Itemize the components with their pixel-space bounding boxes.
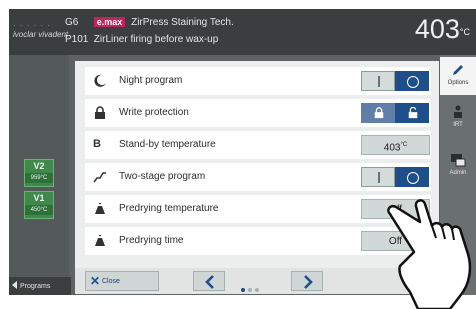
predrying-time-icon	[95, 235, 105, 246]
page-dot	[255, 288, 259, 292]
page-dot	[241, 288, 245, 292]
emax-badge: e.max	[93, 17, 126, 27]
standby-temperature-value[interactable]: 403°C	[361, 135, 430, 155]
pointing-hand-icon	[387, 199, 472, 309]
b-letter-icon: B	[93, 138, 101, 150]
write-protection-unlock-button[interactable]	[395, 103, 429, 123]
v2-temp: 959°C	[25, 173, 53, 183]
unlocked-icon	[408, 107, 418, 119]
left-sidebar: V2 959°C V1 450°C Programs	[9, 55, 71, 295]
page-indicator	[241, 279, 269, 292]
program-code: P101	[65, 34, 89, 45]
locked-icon	[374, 107, 384, 119]
write-protection-lock-button[interactable]	[361, 103, 395, 123]
programs-button[interactable]: Programs	[9, 277, 71, 295]
program-name: ZirLiner firing before wax-up	[93, 34, 219, 45]
setting-night-program: Night program	[85, 67, 431, 95]
setting-two-stage-program: Two-stage program	[85, 163, 431, 191]
tab-irt[interactable]: IRT	[440, 99, 476, 137]
admin-icon	[451, 154, 466, 167]
night-program-off-button[interactable]	[361, 71, 395, 91]
next-page-button[interactable]	[291, 271, 323, 291]
night-program-on-button[interactable]	[395, 71, 429, 91]
irt-sensor-icon	[454, 105, 462, 118]
setting-write-protection: Write protection	[85, 99, 431, 127]
v2-temperature-box[interactable]: V2 959°C	[24, 159, 54, 187]
setting-standby-temperature: B Stand-by temperature 403°C	[85, 131, 431, 159]
v1-temp: 450°C	[25, 205, 53, 215]
two-stage-off-button[interactable]	[361, 167, 395, 187]
tab-admin[interactable]: Admin	[440, 147, 476, 185]
program-group-line: G6 e.max ZirPress Staining Tech.	[65, 17, 234, 28]
padlock-icon	[95, 106, 105, 119]
previous-page-button[interactable]	[193, 271, 225, 291]
v2-label: V2	[33, 161, 45, 171]
v1-label: V1	[33, 193, 45, 203]
chevron-left-icon	[205, 275, 214, 289]
group-code: G6	[65, 17, 79, 28]
close-icon: ✕	[90, 274, 101, 288]
tab-options[interactable]: Options	[440, 57, 476, 95]
predrying-temp-icon	[95, 203, 105, 214]
two-stage-curve-icon	[93, 172, 106, 183]
page-dot	[248, 288, 252, 292]
chevron-right-icon	[304, 275, 313, 289]
program-line: P101 ZirLiner firing before wax-up	[65, 34, 218, 45]
group-name: ZirPress Staining Tech.	[131, 17, 234, 28]
night-moon-icon	[94, 74, 106, 87]
header-bar: · · · · · · ivoclar vivadent G6 e.max Zi…	[9, 9, 476, 55]
pencil-icon	[453, 65, 463, 75]
close-button[interactable]: ✕ Close	[85, 271, 159, 291]
current-temperature: 403°C	[414, 14, 470, 44]
brand-logo: · · · · · · ivoclar vivadent	[13, 21, 69, 39]
v1-temperature-box[interactable]: V1 450°C	[24, 191, 54, 219]
two-stage-on-button[interactable]	[395, 167, 429, 187]
back-arrow-icon	[12, 281, 17, 289]
